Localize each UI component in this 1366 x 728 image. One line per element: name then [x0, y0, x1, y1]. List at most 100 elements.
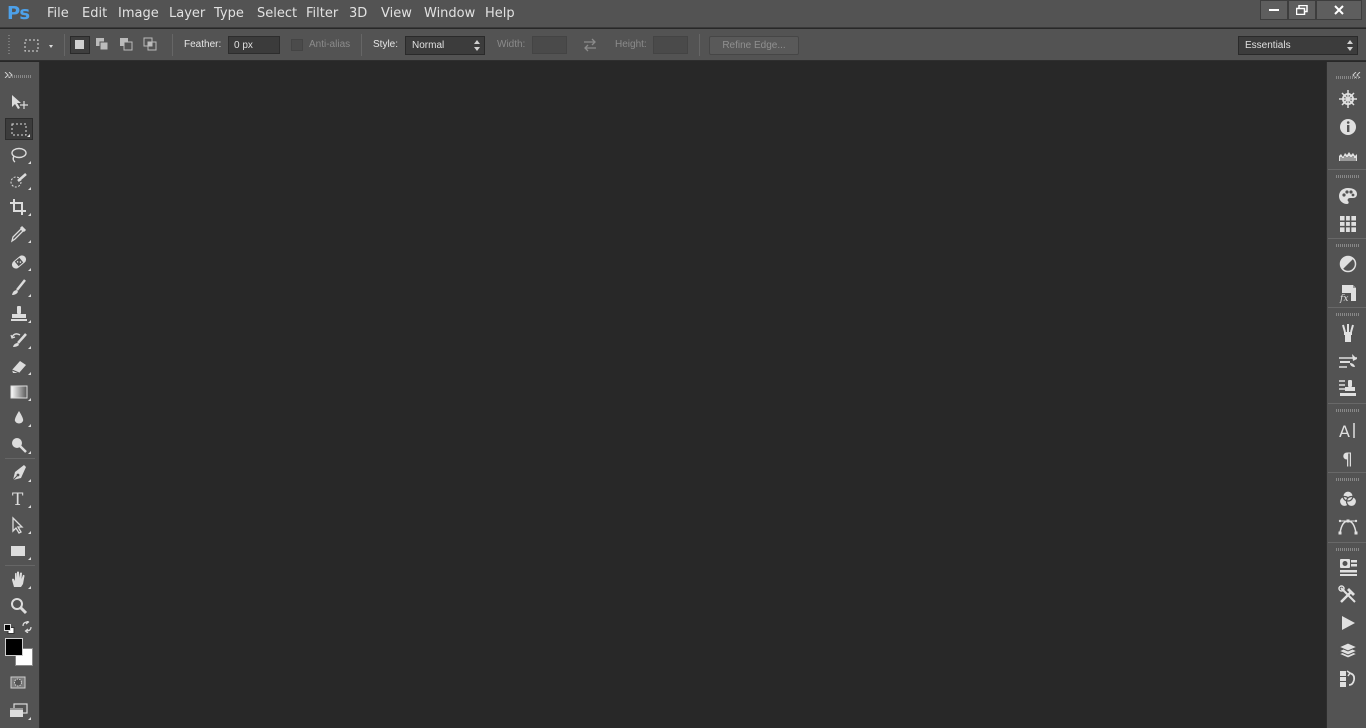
screen-mode-button[interactable] — [5, 700, 33, 722]
crop-tool[interactable] — [5, 196, 33, 218]
clone-source-panel-button[interactable] — [1336, 377, 1360, 399]
tool-preset-picker[interactable] — [22, 37, 58, 55]
info-panel-button[interactable] — [1336, 116, 1360, 138]
dodge-tool[interactable] — [5, 434, 33, 456]
subtract-from-selection-button[interactable] — [118, 36, 138, 54]
toolbar-grip[interactable] — [8, 75, 32, 78]
menu-help[interactable]: Help — [485, 6, 515, 21]
history-panel-button[interactable] — [1336, 668, 1360, 690]
layers-panel-button[interactable] — [1336, 640, 1360, 662]
antialias-checkbox[interactable] — [291, 39, 303, 51]
minimize-button[interactable] — [1260, 0, 1288, 20]
paragraph-panel-button[interactable]: ¶ — [1336, 447, 1360, 469]
restore-button[interactable] — [1288, 0, 1316, 20]
panel-group-grip[interactable] — [1336, 548, 1360, 551]
separator — [699, 34, 700, 56]
path-selection-tool[interactable] — [5, 514, 33, 536]
character-icon: A — [1339, 422, 1355, 440]
tool-flyout-indicator — [28, 586, 31, 589]
panel-group-grip[interactable] — [1336, 313, 1360, 316]
blur-tool[interactable] — [5, 407, 33, 429]
intersect-selection-icon — [143, 37, 157, 51]
width-label: Width: — [497, 39, 526, 50]
adjustments-panel-button[interactable] — [1336, 253, 1360, 275]
tool-presets-panel-button[interactable] — [1336, 584, 1360, 606]
workspace-select[interactable]: Essentials — [1238, 36, 1358, 55]
properties-panel-button[interactable] — [1336, 556, 1360, 578]
close-button[interactable] — [1316, 0, 1362, 20]
menu-edit[interactable]: Edit — [82, 6, 107, 21]
styles-panel-button[interactable]: fx — [1336, 282, 1360, 304]
styles-fx-icon: fx — [1339, 285, 1356, 303]
collapse-toolbar-button[interactable] — [4, 65, 14, 79]
intersect-selection-button[interactable] — [142, 36, 162, 54]
type-tool[interactable]: T — [5, 488, 33, 510]
spot-healing-brush-tool[interactable] — [5, 251, 33, 273]
hand-icon — [12, 571, 25, 587]
quick-mask-mode-button[interactable] — [5, 672, 33, 694]
move-tool[interactable] — [5, 91, 33, 113]
refine-edge-button[interactable]: Refine Edge... — [709, 36, 799, 55]
panel-group-divider — [1328, 542, 1366, 543]
new-selection-button[interactable] — [70, 36, 90, 54]
menu-type[interactable]: Type — [214, 6, 244, 21]
swap-colors-button[interactable] — [21, 619, 33, 634]
style-select[interactable]: Normal — [405, 36, 485, 55]
eyedropper-tool[interactable] — [5, 223, 33, 245]
brush-tool[interactable] — [5, 277, 33, 299]
color-panel-button[interactable] — [1336, 185, 1360, 207]
menu-file[interactable]: File — [47, 6, 69, 21]
histogram-panel-button[interactable] — [1336, 144, 1360, 166]
swap-dimensions-button[interactable] — [582, 38, 598, 52]
paths-panel-button[interactable] — [1336, 516, 1360, 538]
pen-tool[interactable] — [5, 462, 33, 484]
default-colors-icon — [4, 624, 15, 634]
menu-filter[interactable]: Filter — [306, 6, 338, 21]
feather-input[interactable]: 0 px — [228, 36, 280, 54]
expand-panels-button[interactable] — [1352, 65, 1362, 79]
panel-group-grip[interactable] — [1336, 244, 1360, 247]
eraser-icon — [11, 361, 26, 374]
histogram-icon — [1339, 152, 1357, 161]
panel-group-grip[interactable] — [1336, 76, 1360, 79]
add-to-selection-button[interactable] — [94, 36, 114, 54]
navigator-panel-button[interactable] — [1336, 88, 1360, 110]
panel-group-grip[interactable] — [1336, 478, 1360, 481]
clone-stamp-tool[interactable] — [5, 303, 33, 325]
quick-selection-tool[interactable] — [5, 170, 33, 192]
rectangular-marquee-tool[interactable] — [5, 118, 33, 140]
history-brush-tool[interactable] — [5, 329, 33, 351]
width-input[interactable] — [532, 36, 567, 54]
menu-image[interactable]: Image — [118, 6, 159, 21]
options-bar-grip[interactable] — [8, 35, 10, 55]
menu-window[interactable]: Window — [424, 6, 475, 21]
menu-layer[interactable]: Layer — [169, 6, 205, 21]
brush-presets-panel-button[interactable] — [1336, 322, 1360, 344]
minimize-icon — [1269, 9, 1279, 11]
hand-tool[interactable] — [5, 569, 33, 591]
foreground-color-swatch[interactable] — [5, 638, 23, 656]
brush-panel-button[interactable] — [1336, 350, 1360, 372]
swap-colors-icon — [22, 619, 32, 634]
rectangle-tool[interactable] — [5, 540, 33, 562]
character-panel-button[interactable]: A — [1336, 419, 1360, 441]
panel-group-grip[interactable] — [1336, 409, 1360, 412]
menu-view[interactable]: View — [381, 6, 412, 21]
menu-3d[interactable]: 3D — [349, 6, 367, 21]
panel-group-grip[interactable] — [1336, 175, 1360, 178]
eraser-tool[interactable] — [5, 355, 33, 377]
dodge-icon — [12, 438, 27, 453]
subtract-selection-icon — [120, 38, 133, 51]
default-colors-button[interactable] — [4, 621, 15, 634]
menu-select[interactable]: Select — [257, 6, 297, 21]
move-icon — [12, 95, 28, 109]
zoom-tool[interactable] — [5, 595, 33, 617]
actions-panel-button[interactable] — [1336, 612, 1360, 634]
separator — [361, 34, 362, 56]
document-workspace[interactable] — [41, 62, 1325, 728]
swatches-panel-button[interactable] — [1336, 213, 1360, 235]
gradient-tool[interactable] — [5, 381, 33, 403]
channels-panel-button[interactable] — [1336, 488, 1360, 510]
height-input[interactable] — [653, 36, 688, 54]
lasso-tool[interactable] — [5, 144, 33, 166]
